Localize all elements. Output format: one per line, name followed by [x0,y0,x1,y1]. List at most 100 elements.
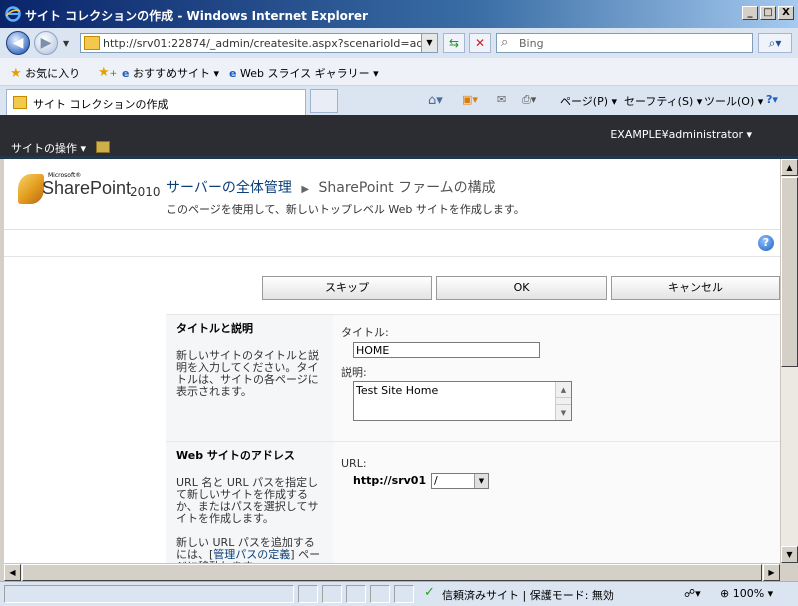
sharepoint-ribbon: EXAMPLE¥administrator ▾ サイトの操作 ▾ [0,115,798,159]
user-menu[interactable]: EXAMPLE¥administrator ▾ [610,128,752,141]
new-tab-button[interactable] [310,89,338,113]
tab-create-site-collection[interactable]: サイト コレクションの作成 [6,89,306,115]
ok-button[interactable]: OK [436,276,607,300]
url-dropdown-icon[interactable]: ▼ [421,34,437,52]
status-bar: ✓ 信頼済みサイト | 保護モード: 無効 ☍▾ ⊕ 100% ▾ [0,581,798,606]
zoom-control[interactable]: ⊕ 100% ▾ [720,587,773,600]
chevron-down-icon[interactable]: ▼ [474,474,488,488]
ie-logo-icon [5,6,21,22]
scroll-down-icon[interactable]: ▼ [556,404,571,420]
chevron-down-icon: ▾ [767,587,774,600]
cancel-button[interactable]: キャンセル [611,276,780,300]
refresh-icon[interactable]: ⇆ [443,33,465,53]
user-name: EXAMPLE¥administrator [610,128,743,141]
breadcrumb: サーバーの全体管理 ▶ SharePoint ファームの構成 [166,177,496,197]
search-placeholder: Bing [519,37,544,50]
suggested-sites-label: おすすめサイト ▾ [132,67,219,80]
url-label: URL: [341,457,367,470]
description-value: Test Site Home [356,384,439,397]
scroll-down-icon[interactable]: ▼ [781,546,798,563]
ie-page-icon: e [122,67,130,80]
address-bar: ◀ ▶ ▼ http://srv01:22874/_admin/createsi… [0,28,798,58]
section-info: Web サイトのアドレス URL 名と URL パスを指定して新しいサイトを作成… [166,442,333,563]
scroll-up-icon[interactable]: ▲ [556,382,571,398]
add-favorite-icon[interactable]: ★+ [98,65,117,80]
web-slice-gallery-label: Web スライス ギャラリー ▾ [239,67,379,80]
breadcrumb-root-link[interactable]: サーバーの全体管理 [166,180,292,196]
content-divider [4,256,780,257]
section-fields: URL: http://srv01 / ▼ [333,442,780,563]
description-label: 説明: [341,366,367,379]
title-label: タイトル: [341,326,389,339]
favorites-bar: ★ お気に入り ★+ e おすすめサイト ▾ e Web スライス ギャラリー … [0,58,798,86]
status-pane [370,585,390,603]
close-button[interactable]: X [778,6,794,20]
site-actions-menu[interactable]: サイトの操作 ▾ [11,140,86,156]
vertical-scroll-thumb[interactable] [781,177,798,367]
section-description-2: 新しい URL パスを追加するには、[管理パスの定義] ページに移動します。 [176,537,325,564]
navigate-up-icon[interactable] [96,141,110,153]
ie-page-icon: e [229,67,237,80]
scroll-left-icon[interactable]: ◀ [4,564,21,581]
tab-bar: サイト コレクションの作成 ⌂▾ ▣▾ ✉ ⎙▾ ページ(P) ▾ セーフティ(… [0,86,798,115]
help-menu-icon[interactable]: ?▾ [766,93,778,106]
title-description-section: タイトルと説明 新しいサイトのタイトルと説明を入力してください。タイトルは、サイ… [166,314,780,441]
sharepoint-logo-icon [18,174,44,204]
textarea-scrollbar[interactable]: ▲ ▼ [555,382,571,420]
read-mail-icon[interactable]: ✉ [497,93,506,106]
forward-button[interactable]: ▶ [34,31,58,55]
section-heading: Web サイトのアドレス [176,449,295,462]
url-path-value: / [434,474,438,487]
breadcrumb-current: SharePoint ファームの構成 [318,180,496,196]
suggested-sites-link[interactable]: e おすすめサイト ▾ [122,65,219,81]
trusted-site-check-icon: ✓ [424,585,435,600]
breadcrumb-separator-icon: ▶ [301,184,310,195]
maximize-button[interactable]: □ [760,6,776,20]
vertical-scrollbar[interactable]: ▲ ▼ [780,159,798,563]
description-textarea[interactable]: Test Site Home ▲ ▼ [353,381,572,421]
home-icon[interactable]: ⌂▾ [428,93,443,108]
status-pane [298,585,318,603]
zoom-icon: ⊕ [720,587,730,600]
section-fields: タイトル: HOME 説明: Test Site Home ▲ ▼ [333,315,780,441]
status-pane [346,585,366,603]
stop-icon[interactable]: ✕ [469,33,491,53]
page-favicon-icon [84,36,100,50]
tab-label: サイト コレクションの作成 [33,98,169,111]
status-pane [394,585,414,603]
page-description: このページを使用して、新しいトップレベル Web サイトを作成します。 [166,203,525,216]
section-info: タイトルと説明 新しいサイトのタイトルと説明を入力してください。タイトルは、サイ… [166,315,333,441]
skip-button[interactable]: スキップ [262,276,432,300]
scroll-right-icon[interactable]: ▶ [763,564,780,581]
search-input[interactable]: ⌕ Bing [496,33,753,53]
title-input[interactable]: HOME [353,342,540,358]
status-pane [4,585,294,603]
sharepoint-logo[interactable]: Microsoft® SharePoint 2010 [16,172,161,208]
status-pane [322,585,342,603]
back-button[interactable]: ◀ [6,31,30,55]
horizontal-scroll-thumb[interactable] [22,564,762,581]
rss-feed-icon[interactable]: ▣▾ [462,93,478,106]
page-favicon-icon [13,96,27,109]
scroll-up-icon[interactable]: ▲ [781,159,798,176]
web-address-section: Web サイトのアドレス URL 名と URL パスを指定して新しいサイトを作成… [166,441,780,563]
security-zone-status[interactable]: 信頼済みサイト | 保護モード: 無効 [442,587,614,603]
page-menu[interactable]: ページ(P) ▾ [560,93,617,109]
horizontal-scrollbar[interactable]: ◀ ▶ [4,563,780,581]
url-input[interactable]: http://srv01:22874/_admin/createsite.asp… [80,33,438,53]
page-content: Microsoft® SharePoint 2010 サーバーの全体管理 ▶ S… [4,159,780,563]
favorites-star-icon: ★ [10,66,22,81]
print-icon[interactable]: ⎙▾ [522,93,536,107]
history-dropdown-icon[interactable]: ▼ [63,39,69,48]
safety-menu[interactable]: セーフティ(S) ▾ [624,93,702,109]
minimize-button[interactable]: _ [742,6,758,20]
tools-menu[interactable]: ツール(O) ▾ [704,93,763,109]
search-go-button[interactable]: ⌕▾ [758,33,792,53]
url-prefix: http://srv01 [353,474,427,487]
favorites-button[interactable]: ★ お気に入り [10,65,80,81]
help-icon[interactable]: ? [758,235,774,251]
web-slice-gallery-link[interactable]: e Web スライス ギャラリー ▾ [229,65,379,81]
url-path-select[interactable]: / ▼ [431,473,489,489]
tracking-protection-icon[interactable]: ☍▾ [684,587,701,600]
chevron-down-icon: ▾ [746,128,752,141]
